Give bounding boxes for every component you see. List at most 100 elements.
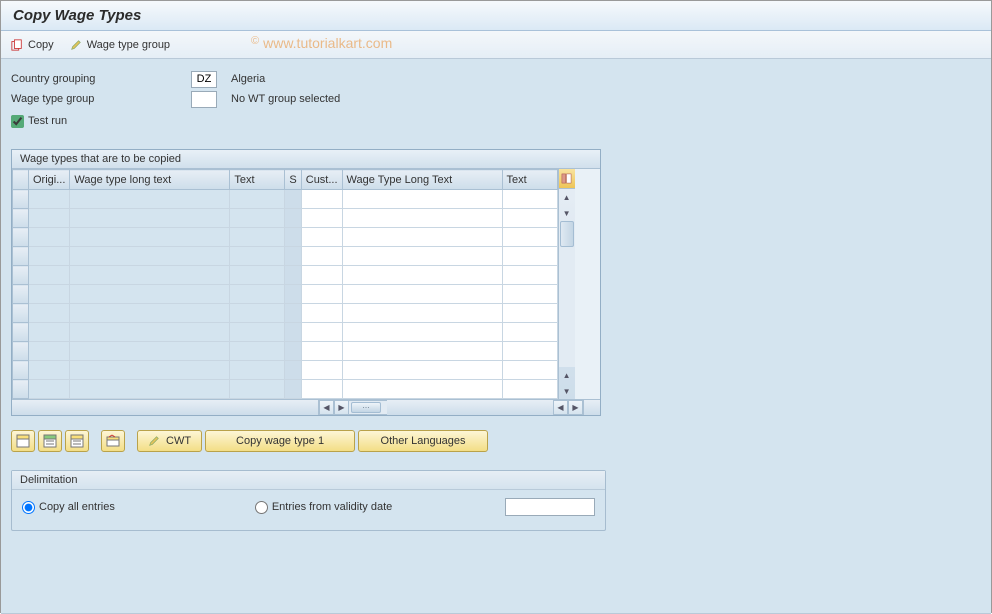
cell-text-1[interactable] (230, 266, 285, 285)
table-settings-icon[interactable] (559, 169, 575, 189)
cell-cust[interactable] (301, 209, 342, 228)
horizontal-scrollbar[interactable]: ◀ ▶ ⋯ ◀ ▶ (12, 399, 600, 415)
cell-long-text-2[interactable] (342, 247, 502, 266)
cell-text-1[interactable] (230, 304, 285, 323)
cell-cust[interactable] (301, 380, 342, 399)
cell-long-text-2[interactable] (342, 342, 502, 361)
cell-text-2[interactable] (502, 228, 557, 247)
table-row[interactable] (13, 304, 558, 323)
cell-long-text-1[interactable] (70, 285, 230, 304)
cell-original[interactable] (29, 304, 70, 323)
copy-button[interactable]: Copy (11, 39, 54, 51)
cell-original[interactable] (29, 342, 70, 361)
scroll-down-icon[interactable]: ▼ (559, 383, 575, 399)
cell-text-2[interactable] (502, 361, 557, 380)
row-selector[interactable] (13, 266, 29, 285)
cell-long-text-1[interactable] (70, 342, 230, 361)
deselect-all-button[interactable] (38, 430, 62, 452)
cell-s[interactable] (285, 228, 301, 247)
cell-original[interactable] (29, 209, 70, 228)
cell-long-text-1[interactable] (70, 361, 230, 380)
cell-text-2[interactable] (502, 266, 557, 285)
cell-original[interactable] (29, 228, 70, 247)
cell-long-text-1[interactable] (70, 323, 230, 342)
row-selector[interactable] (13, 247, 29, 266)
selection-button[interactable] (65, 430, 89, 452)
cell-original[interactable] (29, 323, 70, 342)
table-row[interactable] (13, 323, 558, 342)
cell-long-text-1[interactable] (70, 247, 230, 266)
cell-text-1[interactable] (230, 285, 285, 304)
scroll-thumb[interactable] (560, 221, 574, 247)
wage-type-group-button[interactable]: Wage type group (70, 39, 170, 51)
cell-text-2[interactable] (502, 342, 557, 361)
cell-cust[interactable] (301, 190, 342, 209)
wage-type-group-input[interactable] (191, 91, 217, 108)
cell-text-1[interactable] (230, 380, 285, 399)
cell-cust[interactable] (301, 304, 342, 323)
entries-from-radio-wrap[interactable]: Entries from validity date (255, 501, 392, 514)
row-selector[interactable] (13, 285, 29, 304)
wage-types-table[interactable]: Origi... Wage type long text Text S Cust… (12, 169, 558, 399)
cell-text-1[interactable] (230, 247, 285, 266)
table-row[interactable] (13, 247, 558, 266)
cell-long-text-2[interactable] (342, 304, 502, 323)
table-row[interactable] (13, 209, 558, 228)
copy-wage-type-button[interactable]: Copy wage type 1 (205, 430, 355, 452)
scroll-down-small-icon[interactable]: ▼ (559, 205, 575, 221)
cell-long-text-2[interactable] (342, 228, 502, 247)
hscroll-right-icon[interactable]: ▶ (568, 400, 583, 415)
hscroll-left-icon[interactable]: ◀ (319, 400, 334, 415)
cell-text-1[interactable] (230, 361, 285, 380)
col-long-text-1[interactable]: Wage type long text (70, 170, 230, 190)
row-selector[interactable] (13, 304, 29, 323)
cell-long-text-1[interactable] (70, 190, 230, 209)
cell-text-2[interactable] (502, 209, 557, 228)
hscroll-right-small-icon[interactable]: ▶ (334, 400, 349, 415)
select-all-button[interactable] (11, 430, 35, 452)
cell-s[interactable] (285, 304, 301, 323)
col-original[interactable]: Origi... (29, 170, 70, 190)
delete-row-button[interactable] (101, 430, 125, 452)
country-grouping-input[interactable] (191, 71, 217, 88)
cell-long-text-2[interactable] (342, 380, 502, 399)
cell-text-1[interactable] (230, 342, 285, 361)
cell-original[interactable] (29, 266, 70, 285)
cwt-button[interactable]: CWT (137, 430, 202, 452)
table-row[interactable] (13, 190, 558, 209)
cell-text-1[interactable] (230, 228, 285, 247)
rowhead-col[interactable] (13, 170, 29, 190)
cell-long-text-1[interactable] (70, 209, 230, 228)
cell-original[interactable] (29, 190, 70, 209)
col-long-text-2[interactable]: Wage Type Long Text (342, 170, 502, 190)
cell-s[interactable] (285, 266, 301, 285)
cell-long-text-1[interactable] (70, 266, 230, 285)
cell-cust[interactable] (301, 342, 342, 361)
cell-s[interactable] (285, 323, 301, 342)
cell-text-2[interactable] (502, 380, 557, 399)
cell-text-2[interactable] (502, 323, 557, 342)
cell-long-text-2[interactable] (342, 323, 502, 342)
cell-s[interactable] (285, 285, 301, 304)
col-cust[interactable]: Cust... (301, 170, 342, 190)
cell-original[interactable] (29, 247, 70, 266)
hscroll-left-end-icon[interactable]: ◀ (553, 400, 568, 415)
table-row[interactable] (13, 380, 558, 399)
cell-cust[interactable] (301, 285, 342, 304)
test-run-checkbox[interactable] (11, 115, 24, 128)
row-selector[interactable] (13, 209, 29, 228)
cell-original[interactable] (29, 361, 70, 380)
row-selector[interactable] (13, 380, 29, 399)
cell-s[interactable] (285, 247, 301, 266)
copy-all-radio[interactable] (22, 501, 35, 514)
validity-date-input[interactable] (505, 498, 595, 516)
table-row[interactable] (13, 228, 558, 247)
cell-cust[interactable] (301, 361, 342, 380)
cell-text-1[interactable] (230, 323, 285, 342)
cell-cust[interactable] (301, 247, 342, 266)
cell-text-1[interactable] (230, 209, 285, 228)
cell-text-2[interactable] (502, 247, 557, 266)
cell-s[interactable] (285, 342, 301, 361)
copy-all-radio-wrap[interactable]: Copy all entries (22, 501, 115, 514)
row-selector[interactable] (13, 342, 29, 361)
